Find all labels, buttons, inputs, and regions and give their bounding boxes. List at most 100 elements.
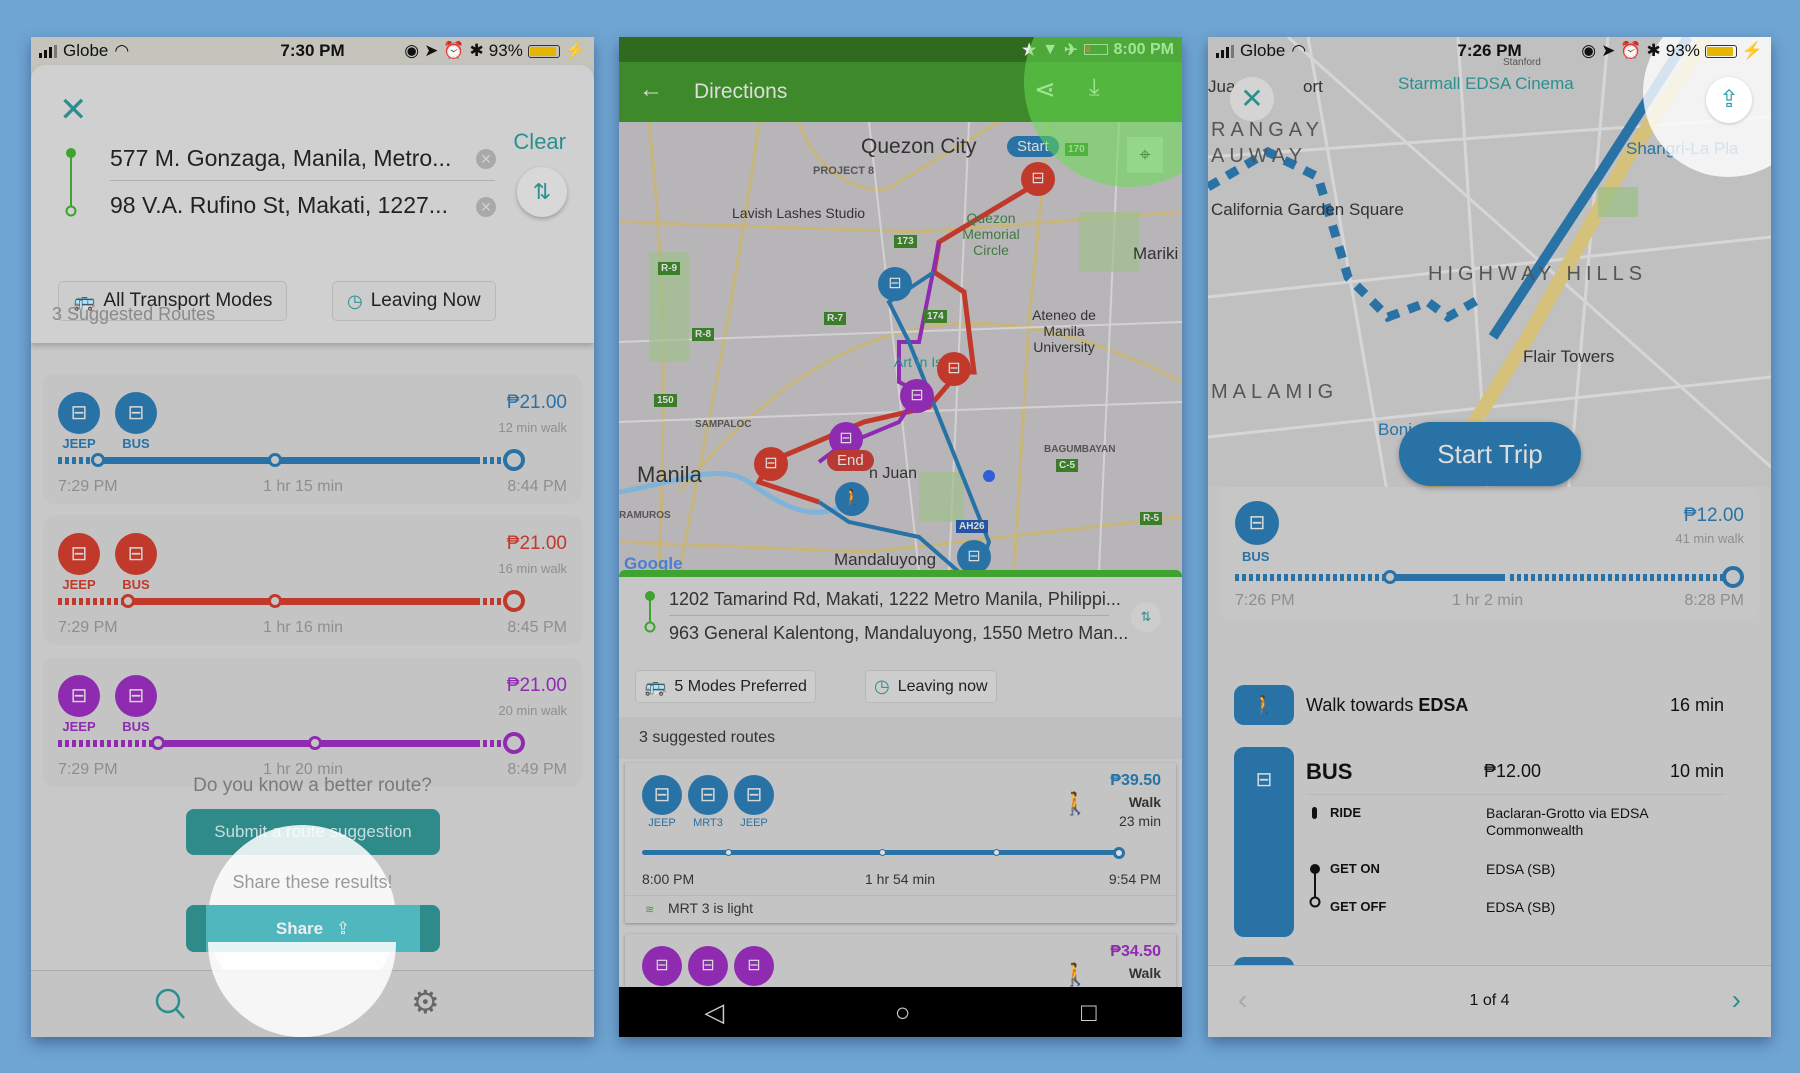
ride-label: RIDE (1330, 805, 1362, 820)
route-shield: C-5 (1056, 459, 1079, 472)
map-label-project8: PROJECT 8 (813, 165, 875, 177)
map-label-lavish: Lavish Lashes Studio (732, 205, 866, 221)
origin-field[interactable]: 1202 Tamarind Rd, Makati, 1222 Metro Man… (669, 589, 1121, 610)
lock-rotation-icon: ◉ (404, 41, 420, 60)
walk-time: 23 min (1118, 813, 1161, 829)
back-button[interactable]: ← (639, 76, 663, 104)
leaving-now-chip[interactable]: ◷ Leaving Now (332, 281, 496, 321)
swap-button[interactable]: ⇅ (1131, 602, 1161, 632)
map-label-ort: ort (1303, 77, 1323, 96)
route-shield: R-7 (824, 312, 847, 325)
destination-field[interactable]: 98 V.A. Rufino St, Makati, 1227... (110, 192, 448, 219)
bus-icon: ⊟ (115, 533, 157, 575)
lock-rotation-icon: ◉ (1581, 41, 1597, 60)
destination-field[interactable]: 963 General Kalentong, Mandaluyong, 1550… (669, 623, 1128, 644)
home-nav-button[interactable]: ○ (895, 997, 911, 1028)
jeep-stop-icon: ⊟ (754, 447, 788, 481)
map-label-malamig: MALAMIG (1211, 381, 1339, 403)
walk-time: 12 min walk (498, 420, 567, 435)
map-label-auway: AUWAY (1211, 145, 1308, 167)
signal-icon (1216, 44, 1234, 58)
jeep-stop-icon: ⊟ (957, 540, 991, 572)
jeep-mode: ⊟ JEEP (58, 675, 100, 734)
next-button[interactable]: › (1732, 984, 1741, 1016)
swap-button[interactable]: ⇅ (517, 167, 567, 217)
route-shield: R-5 (1140, 512, 1163, 525)
search-panel: ✕ Clear 577 M. Gonzaga, Manila, Metro...… (31, 65, 594, 343)
end-marker: End (827, 450, 874, 471)
route-map[interactable]: Quezon City PROJECT 8 Lavish Lashes Stud… (619, 122, 1182, 572)
tab-settings-icon[interactable]: ⚙ (411, 983, 440, 1021)
map-label-manila: Manila (637, 462, 702, 487)
map-label-bagumbayan: BAGUMBAYAN (1044, 444, 1116, 455)
route-card[interactable]: ⊟ JEEP ⊟ BUS ₱21.00 20 min walk 7:29 PM 1 hr 20… (43, 657, 582, 787)
bus-icon: ⊟ (1234, 747, 1294, 937)
jeep-icon: ⊟ (734, 946, 774, 986)
back-nav-button[interactable]: ◁ (704, 997, 724, 1028)
walk-label: Walk (1128, 794, 1161, 810)
leaving-now-chip[interactable]: ◷ Leaving now (865, 670, 997, 703)
charging-icon: ⚡ (1741, 41, 1763, 60)
close-button[interactable]: ✕ (1230, 77, 1274, 121)
share-icon: ⇪ (335, 919, 351, 938)
current-location-dot (983, 470, 995, 482)
step-bus[interactable]: ⊟ BUS ₱12.00 10 min RIDE Baclaran-Grotto… (1234, 747, 1744, 937)
map-label-california: California Garden Square (1211, 200, 1404, 219)
ride-icon (1312, 807, 1317, 819)
jeep-bus-icon: 🚌 (644, 676, 667, 696)
carrier: Globe (63, 41, 109, 60)
bluetooth-icon: ✱ (1646, 41, 1661, 60)
screen-trip-details: Juar ort Starmall EDSA Cinema Stanford R… (1208, 37, 1771, 1037)
recents-nav-button[interactable]: □ (1081, 997, 1097, 1028)
map-label-sampaloc: SAMPALOC (695, 419, 752, 430)
charging-icon: ⚡ (564, 41, 586, 60)
share-button[interactable]: ⇪ (1706, 77, 1752, 123)
jeep-icon: ⊟ (58, 392, 100, 434)
tab-search-icon[interactable] (154, 987, 186, 1021)
route-shield: 150 (654, 394, 677, 407)
screen-route-results: Globe ◠ 7:30 PM ◉ ➤ ⏰ ✱ 93% ⚡ ✕ Clear 577 M. … (31, 37, 594, 1037)
depart-time: 7:26 PM (1235, 592, 1295, 609)
location-icon: ➤ (1601, 41, 1616, 60)
duration: 1 hr 15 min (263, 478, 344, 495)
walk-icon: 🚶 (1061, 962, 1089, 987)
route-card[interactable]: ⊟ JEEP ⊟ BUS ₱21.00 16 min walk 7:29 PM 1 hr 16… (43, 515, 582, 645)
mode-label: BUS (1242, 549, 1270, 564)
depart-time: 7:29 PM (58, 478, 118, 495)
arrive-time: 9:54 PM (1108, 871, 1161, 887)
duration: 1 hr 54 min (865, 871, 936, 887)
bluetooth-icon: ✱ (469, 41, 484, 60)
step-walk[interactable]: 🚶 Walk towards EDSA 16 min (1234, 685, 1744, 725)
page-indicator: 1 of 4 (1469, 992, 1510, 1009)
origin-field[interactable]: 577 M. Gonzaga, Manila, Metro... (110, 145, 451, 172)
close-button[interactable]: ✕ (59, 93, 88, 127)
clear-origin-icon[interactable]: ✕ (476, 149, 496, 169)
clear-button[interactable]: Clear (513, 129, 566, 155)
bus-icon: ⊟ (115, 392, 157, 434)
trip-price: ₱12.00 (1683, 505, 1744, 526)
route-line-icon (644, 591, 656, 633)
route-card[interactable]: ⊟ JEEP ⊟ MRT3 ⊟ JEEP ₱39.50 🚶 Walk 23 min 8:0… (625, 763, 1176, 923)
map-label-intramuros: RAMUROS (619, 510, 671, 521)
depart-time: 8:00 PM (642, 871, 695, 887)
bus-icon: ⊟ (115, 675, 157, 717)
jeep-icon: ⊟ (58, 533, 100, 575)
section-title: 3 suggested routes (639, 729, 776, 746)
clear-destination-icon[interactable]: ✕ (476, 197, 496, 217)
map-label-starmall: Starmall EDSA Cinema (1398, 74, 1574, 93)
directions-sheet: 1202 Tamarind Rd, Makati, 1222 Metro Man… (619, 577, 1182, 1037)
route-price: ₱34.50 (1110, 943, 1161, 960)
clock: 7:30 PM (280, 41, 345, 60)
start-trip-button[interactable]: Start Trip (1399, 422, 1581, 486)
route-price: ₱21.00 (506, 533, 567, 554)
map-label-quezon-city: Quezon City (861, 135, 977, 158)
map-label-ateneo: Ateneo de Manila University (1032, 307, 1096, 355)
bus-mode: ⊟ BUS (115, 675, 157, 734)
map-label-marikina: Mariki (1133, 244, 1179, 263)
transport-modes-chip[interactable]: 🚌 5 Modes Preferred (635, 670, 816, 703)
crowd-icon: ≋ (645, 904, 655, 916)
signal-icon (39, 44, 57, 58)
status-bar: Globe ◠ 7:30 PM ◉ ➤ ⏰ ✱ 93% ⚡ (31, 37, 594, 65)
route-card[interactable]: ⊟ JEEP ⊟ BUS ₱21.00 12 min walk 7:29 PM 1 hr 15… (43, 374, 582, 504)
map-label-barangay: RANGAY (1211, 119, 1324, 141)
